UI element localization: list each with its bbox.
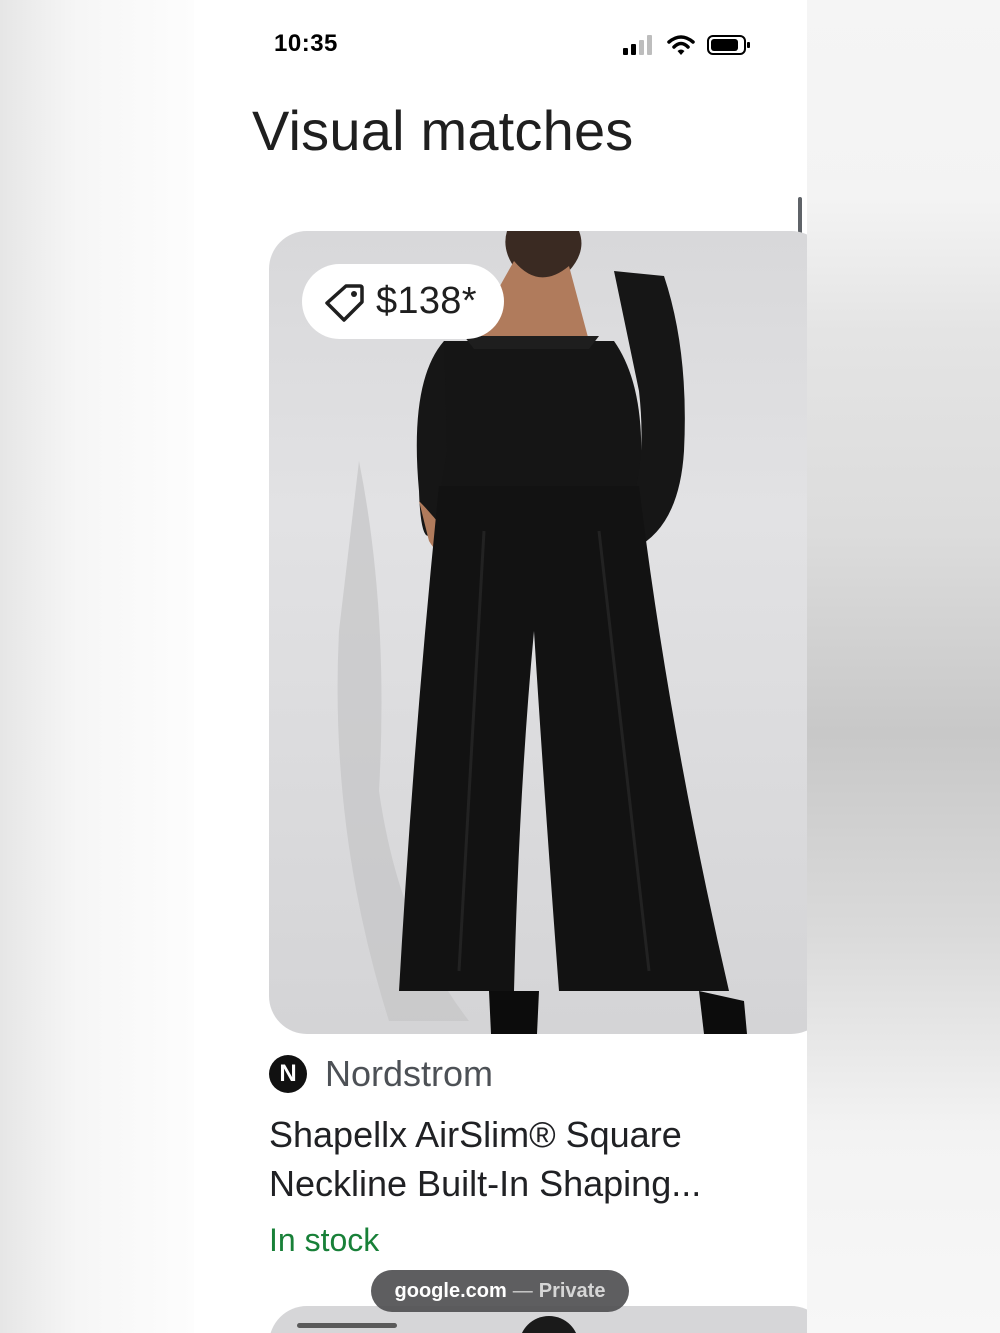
product-photo-illustration <box>337 231 747 1034</box>
product-image[interactable] <box>269 231 807 1034</box>
home-indicator[interactable] <box>297 1323 397 1328</box>
status-icons <box>623 33 751 57</box>
browser-url-pill[interactable]: google.com — Private <box>371 1270 629 1312</box>
cellular-signal-icon <box>623 35 652 55</box>
price-tag-icon <box>325 283 364 322</box>
phone-screen: 10:35 Visual matches $138* N Nordstrom S… <box>194 0 807 1333</box>
url-domain: google.com <box>394 1279 507 1302</box>
next-result-thumbnail <box>519 1316 579 1333</box>
merchant-logo: N <box>269 1055 307 1093</box>
stock-status: In stock <box>269 1222 380 1258</box>
blurred-background-right <box>807 0 1000 1333</box>
merchant-name: Nordstrom <box>325 1053 494 1094</box>
wifi-icon <box>667 35 695 55</box>
blurred-background-left <box>0 0 194 1333</box>
product-title[interactable]: Shapellx AirSlim® Square Neckline Built-… <box>269 1110 789 1208</box>
page-title: Visual matches <box>252 99 634 162</box>
price-label: $138* <box>376 280 477 322</box>
merchant-row[interactable]: N Nordstrom <box>269 1053 493 1095</box>
battery-icon <box>707 35 750 55</box>
url-separator: — <box>512 1279 533 1302</box>
price-chip[interactable]: $138* <box>302 264 504 339</box>
status-time: 10:35 <box>274 30 338 57</box>
browsing-mode: Private <box>538 1279 606 1302</box>
